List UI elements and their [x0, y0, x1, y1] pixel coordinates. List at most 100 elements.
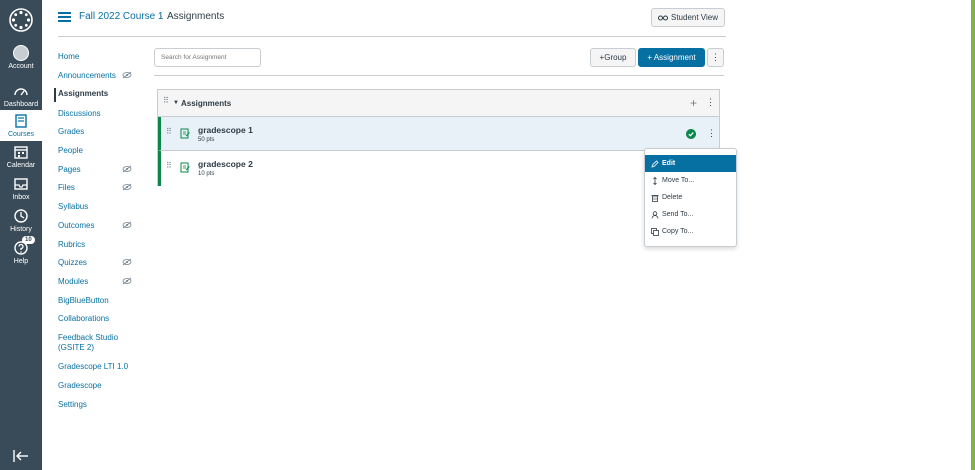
menu-item-label: Copy To...	[662, 228, 694, 235]
course-nav-discussions[interactable]: Discussions	[54, 109, 144, 123]
course-nav-outcomes[interactable]: Outcomes	[54, 221, 144, 235]
assignment-title-link[interactable]: gradescope 1	[198, 125, 253, 135]
global-nav-inbox[interactable]: Inbox	[0, 176, 42, 207]
course-nav-feedback-studio[interactable]: Feedback Studio (GSITE 2)	[54, 333, 134, 355]
hidden-eye-icon	[122, 258, 132, 266]
assignment-icon	[180, 128, 190, 139]
help-badge: 10	[22, 236, 35, 244]
global-nav-label: Inbox	[12, 194, 30, 201]
search-assignment-input[interactable]	[154, 48, 261, 67]
collapse-nav-icon[interactable]	[13, 449, 29, 463]
assignment-row[interactable]: ⠿ gradescope 2 10 pts	[158, 151, 719, 186]
group-menu-icon[interactable]: ⋮	[706, 97, 715, 108]
course-nav-people[interactable]: People	[54, 146, 144, 160]
drag-handle-icon[interactable]: ⠿	[166, 128, 172, 139]
course-nav-rubrics[interactable]: Rubrics	[54, 240, 144, 254]
menu-item-copy-to[interactable]: Copy To...	[645, 223, 736, 240]
global-nav-courses[interactable]: Courses	[0, 110, 42, 141]
trash-icon	[651, 194, 659, 202]
inbox-icon	[14, 178, 28, 190]
course-nav-modules[interactable]: Modules	[54, 277, 144, 291]
canvas-app: Account Dashboard Courses Calendar Inbox…	[0, 0, 975, 470]
course-nav-files[interactable]: Files	[54, 183, 144, 197]
breadcrumb-separator: ›	[159, 11, 163, 22]
drag-handle-icon[interactable]: ⠿	[163, 97, 169, 108]
hidden-eye-icon	[122, 221, 132, 229]
hidden-eye-icon	[122, 277, 132, 285]
course-nav-announcements[interactable]: Announcements	[54, 71, 144, 85]
breadcrumb-current: Assignments	[167, 11, 225, 22]
global-nav-history[interactable]: History	[0, 208, 42, 239]
assignment-group-header[interactable]: ⠿ ▼ Assignments + ⋮	[158, 90, 719, 117]
menu-item-label: Send To...	[662, 211, 694, 218]
breadcrumb-course-link[interactable]: Fall 2022 Course 1	[79, 11, 164, 22]
course-nav-syllabus[interactable]: Syllabus	[54, 202, 144, 216]
global-nav-label: Help	[13, 258, 29, 265]
add-to-group-icon[interactable]: +	[690, 96, 697, 110]
course-nav-home[interactable]: Home	[54, 52, 144, 66]
published-check-icon[interactable]	[686, 129, 696, 139]
global-nav-account[interactable]: Account	[0, 45, 42, 76]
add-assignment-button[interactable]: + Assignment	[638, 48, 705, 67]
move-icon	[653, 176, 657, 185]
assignment-title-link[interactable]: gradescope 2	[198, 159, 253, 169]
course-nav-label: Modules	[58, 277, 89, 286]
more-options-button[interactable]: ⋮	[707, 48, 724, 67]
assignment-points: 50 pts	[198, 137, 215, 143]
add-group-button[interactable]: +Group	[590, 48, 636, 67]
course-nav-label: Announcements	[58, 71, 116, 80]
course-nav-label: Outcomes	[58, 221, 95, 230]
global-nav-label: Account	[8, 63, 34, 70]
dashboard-icon	[14, 88, 28, 96]
global-nav-help[interactable]: 10 Help	[0, 236, 42, 271]
student-view-button[interactable]: Student View	[651, 8, 725, 27]
hidden-eye-icon	[122, 71, 132, 79]
assignment-group-title: Assignments	[181, 99, 232, 108]
global-nav-label: Calendar	[6, 162, 36, 169]
course-nav-assignments[interactable]: Assignments	[54, 88, 144, 102]
canvas-logo-icon[interactable]	[9, 8, 33, 32]
global-nav-label: Dashboard	[3, 101, 39, 108]
global-nav-label: History	[10, 226, 32, 233]
user-icon	[651, 210, 659, 219]
hidden-eye-icon	[122, 165, 132, 173]
course-nav-label: Pages	[58, 165, 81, 174]
header-divider	[58, 36, 726, 37]
menu-item-delete[interactable]: Delete	[645, 189, 736, 206]
drag-handle-icon[interactable]: ⠿	[166, 162, 172, 173]
global-nav-label: Courses	[7, 131, 35, 138]
page-header: Fall 2022 Course 1 › Assignments Student…	[42, 0, 971, 36]
glasses-icon	[658, 15, 668, 21]
copy-icon	[651, 227, 659, 236]
pencil-icon	[651, 159, 659, 168]
hidden-eye-icon	[122, 183, 132, 191]
course-nav-collaborations[interactable]: Collaborations	[54, 314, 144, 328]
course-nav-bigbluebutton[interactable]: BigBlueButton	[54, 296, 144, 310]
caret-down-icon[interactable]: ▼	[173, 100, 179, 106]
assignment-points: 10 pts	[198, 171, 215, 177]
content-divider	[154, 75, 724, 76]
menu-item-edit[interactable]: Edit	[645, 155, 736, 172]
course-nav-grades[interactable]: Grades	[54, 127, 144, 141]
calendar-icon	[14, 146, 28, 159]
menu-item-label: Edit	[662, 160, 676, 167]
assignment-icon	[180, 162, 190, 173]
menu-item-label: Delete	[662, 194, 683, 201]
course-nav-gradescope-lti[interactable]: Gradescope LTI 1.0	[54, 362, 144, 376]
course-nav-pages[interactable]: Pages	[54, 165, 144, 179]
student-view-label: Student View	[671, 13, 718, 22]
course-nav-gradescope[interactable]: Gradescope	[54, 381, 144, 395]
menu-item-move-to[interactable]: Move To...	[645, 172, 736, 189]
hamburger-menu-icon[interactable]	[58, 12, 71, 22]
edge-bar	[971, 0, 975, 470]
assignment-menu-icon[interactable]: ⋮	[707, 128, 716, 139]
course-nav-quizzes[interactable]: Quizzes	[54, 258, 144, 272]
history-icon	[14, 209, 28, 223]
menu-item-label: Move To...	[662, 177, 695, 184]
course-nav-label: Quizzes	[58, 258, 87, 267]
global-nav-calendar[interactable]: Calendar	[0, 144, 42, 175]
course-nav-label: Files	[58, 183, 75, 192]
assignment-row[interactable]: ⠿ gradescope 1 50 pts ⋮	[158, 117, 719, 151]
menu-item-send-to[interactable]: Send To...	[645, 206, 736, 223]
course-nav-settings[interactable]: Settings	[54, 400, 144, 414]
